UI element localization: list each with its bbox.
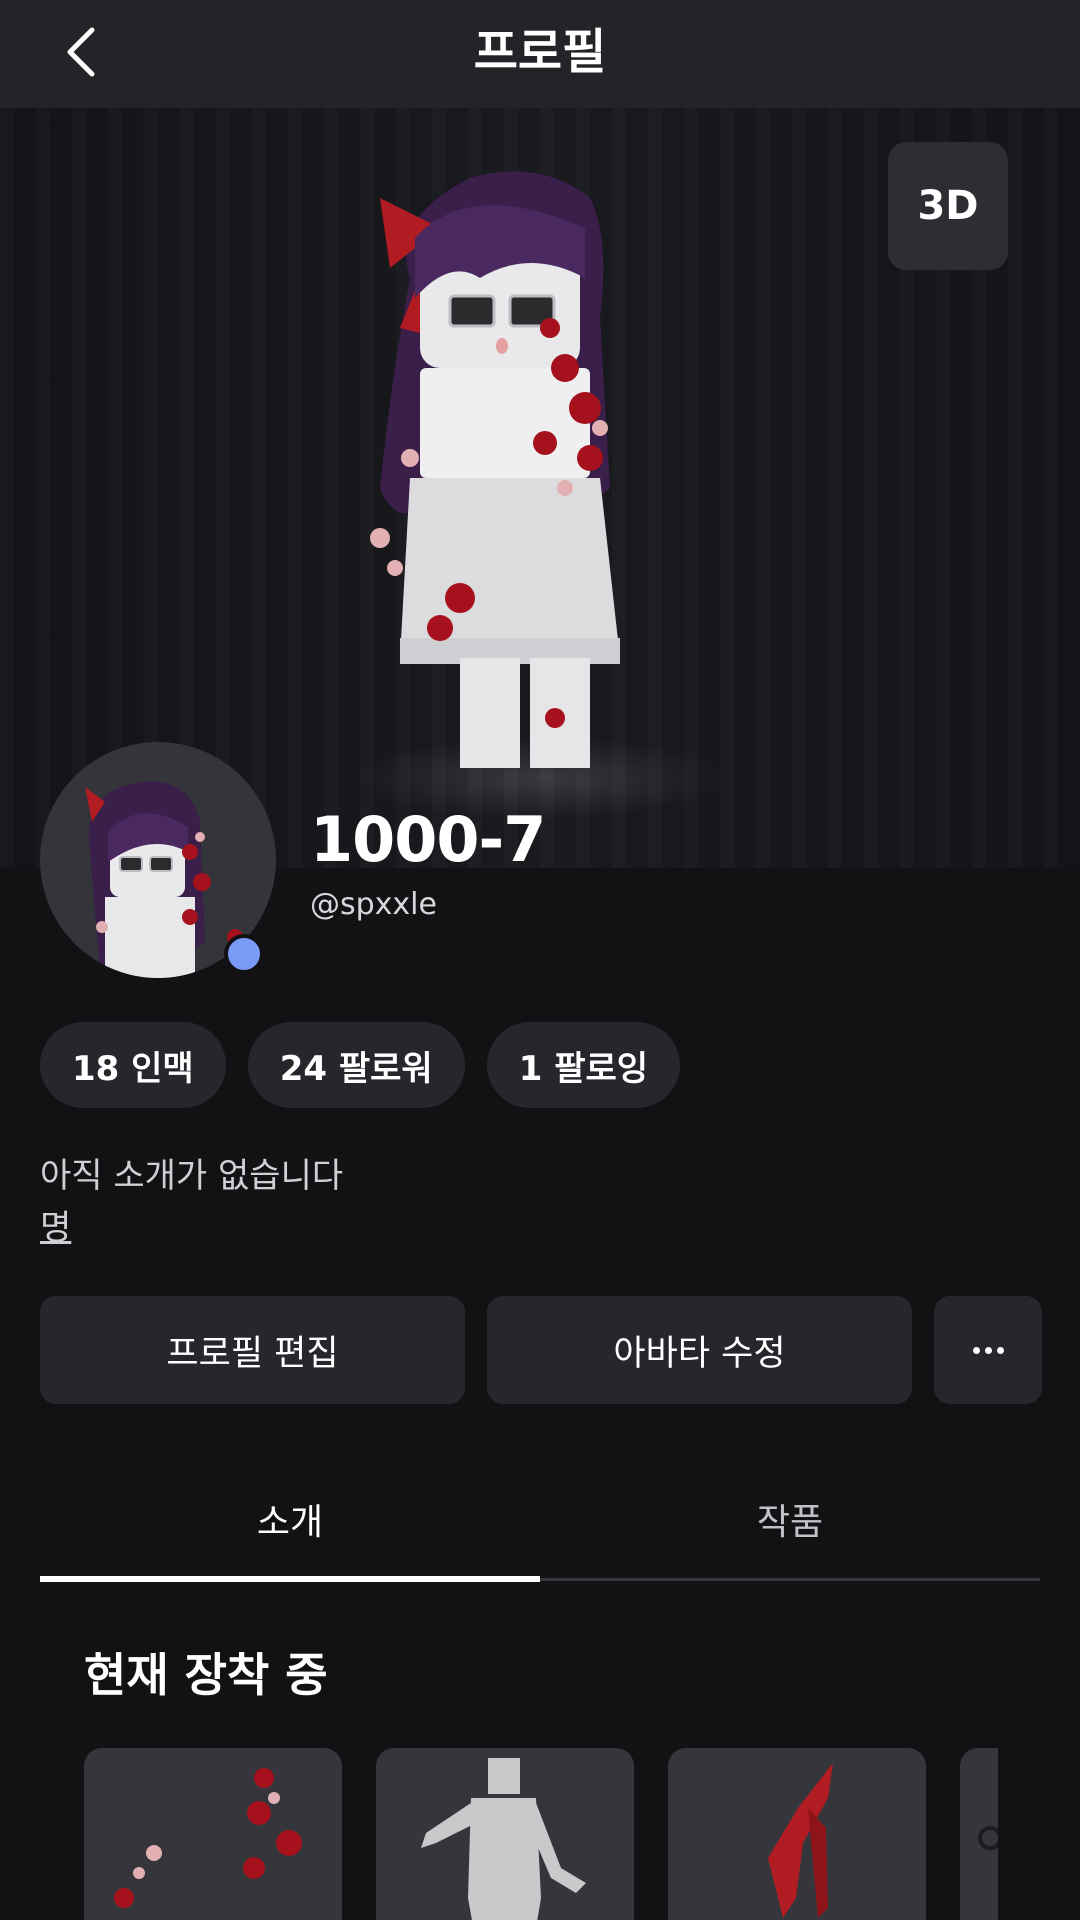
avatar-figure-image [370,171,620,768]
bio-text: 아직 소개가 없습니다 [40,1156,344,1196]
equipped-items-list[interactable] [84,1748,998,1920]
3d-view-toggle-button[interactable]: 3D [888,142,1008,270]
bio-more-link[interactable]: 명 [40,1202,71,1254]
more-horizontal-icon [972,1346,1004,1354]
profile-actions: 프로필 편집 아바타 수정 [40,1296,1042,1404]
followers-count-button[interactable]: 24 팔로워 [247,1022,465,1108]
currently-wearing-heading: 현재 장착 중 [84,1648,328,1702]
profile-stats: 18 인맥 24 팔로워 1 팔로잉 [40,1022,681,1108]
equipped-item-card[interactable] [84,1748,342,1920]
username: @spxxle [310,887,437,922]
edit-profile-button[interactable]: 프로필 편집 [40,1296,465,1404]
top-bar: 프로필 [0,0,1080,108]
connections-count-button[interactable]: 18 인맥 [40,1022,226,1108]
tab-about[interactable]: 소개 [40,1460,540,1578]
edit-avatar-button[interactable]: 아바타 수정 [487,1296,912,1404]
red-ribbon-icon [768,1763,833,1918]
body-model-icon [421,1758,586,1920]
display-name: 1000-7 [310,803,546,876]
accessory-icon [978,1826,998,1850]
equipped-item-card[interactable] [376,1748,634,1920]
page-title: 프로필 [473,24,607,80]
equipped-item-card[interactable] [960,1748,998,1920]
equipped-item-card[interactable] [668,1748,926,1920]
active-tab-indicator [40,1576,540,1582]
following-count-button[interactable]: 1 팔로잉 [486,1022,681,1108]
more-options-button[interactable] [934,1296,1042,1404]
flower-accessory-icon [114,1768,302,1908]
profile-tabs: 소개 작품 [40,1460,1040,1582]
online-status-indicator [224,934,264,974]
tab-creations[interactable]: 작품 [540,1460,1040,1578]
